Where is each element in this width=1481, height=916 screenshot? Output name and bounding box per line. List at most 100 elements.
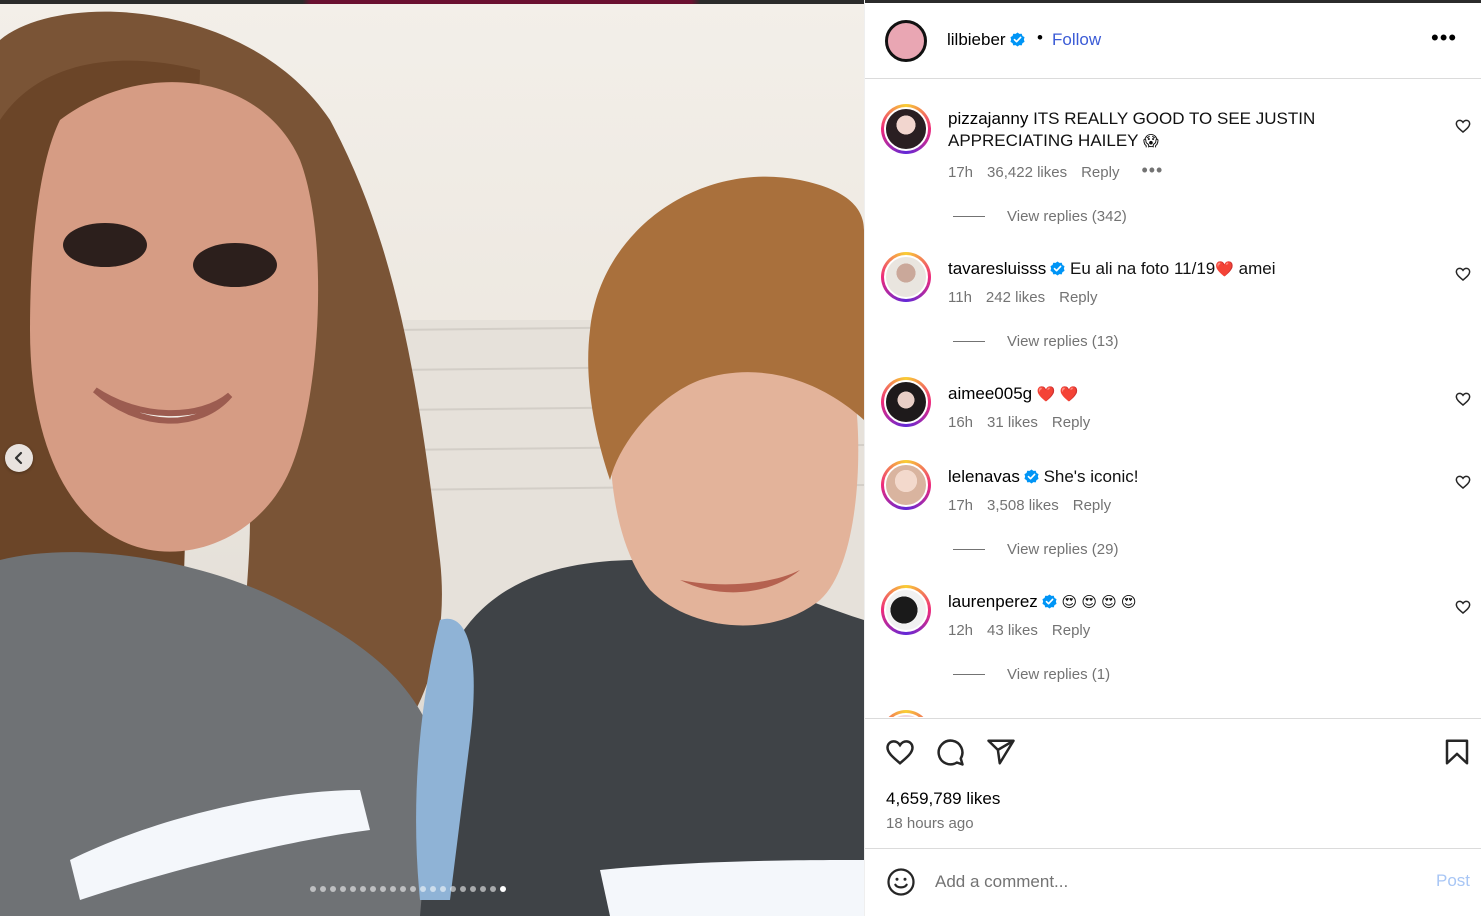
heart-icon[interactable]: [885, 737, 915, 767]
view-replies-button[interactable]: View replies (342): [953, 208, 1127, 225]
replies-line: [953, 674, 985, 675]
comment-meta: 11h 242 likes Reply: [948, 289, 1097, 306]
view-replies-label: View replies (13): [1007, 333, 1119, 350]
carousel-dot: [420, 886, 426, 892]
verified-badge-icon: [1050, 261, 1065, 276]
carousel-dot: [460, 886, 466, 892]
commenter-username[interactable]: tavaresluisss: [948, 259, 1046, 278]
post-details-panel: lilbieber • Follow ••• pizzajanny ITS RE…: [864, 0, 1481, 916]
comment-meta: 17h 36,422 likes Reply •••: [948, 160, 1163, 181]
carousel-dot: [310, 886, 316, 892]
follow-button[interactable]: Follow: [1052, 30, 1101, 50]
commenter-avatar[interactable]: [881, 104, 931, 154]
heart-icon[interactable]: [1455, 266, 1471, 282]
carousel-dot: [400, 886, 406, 892]
replies-line: [953, 216, 985, 217]
comment-time[interactable]: 17h: [948, 497, 973, 514]
comment-meta: 17h 3,508 likes Reply: [948, 497, 1111, 514]
comment-meta: 16h 31 likes Reply: [948, 414, 1090, 431]
heart-icon[interactable]: [1455, 599, 1471, 615]
share-icon[interactable]: [986, 737, 1016, 767]
comment-reply-button[interactable]: Reply: [1081, 164, 1119, 181]
more-icon[interactable]: •••: [1431, 25, 1457, 51]
carousel-dot: [330, 886, 336, 892]
chevron-left-icon: [14, 451, 23, 465]
comment-emoji: 😱: [1142, 133, 1159, 150]
commenter-avatar[interactable]: [881, 460, 931, 510]
commenter-username[interactable]: pizzajanny: [948, 109, 1028, 128]
comment-icon[interactable]: [935, 737, 965, 767]
comment-emoji: 😍 😍 😍 😍: [1061, 594, 1137, 611]
comment-meta: 12h 43 likes Reply: [948, 622, 1090, 639]
post-actions: 4,659,789 likes 18 hours ago: [865, 718, 1481, 848]
comment-text: tavaresluisss Eu ali na foto 11/19❤️ ame…: [948, 258, 1428, 281]
add-comment-bar: Post: [865, 848, 1481, 916]
comment-text: pizzajanny ITS REALLY GOOD TO SEE JUSTIN…: [948, 108, 1428, 153]
carousel-dot: [500, 886, 506, 892]
carousel-dot: [380, 886, 386, 892]
comment-time[interactable]: 12h: [948, 622, 973, 639]
comment-emoji: ❤️: [1215, 261, 1234, 278]
post-photo: [0, 11, 864, 916]
verified-badge-icon: [1024, 469, 1039, 484]
author-avatar[interactable]: [885, 20, 927, 62]
verified-badge-icon: [1010, 32, 1025, 47]
author-username[interactable]: lilbieber: [947, 30, 1025, 50]
bookmark-icon[interactable]: [1442, 737, 1472, 767]
heart-icon[interactable]: [1455, 391, 1471, 407]
post-media[interactable]: [0, 0, 864, 916]
commenter-avatar[interactable]: [881, 710, 931, 717]
carousel-dot: [370, 886, 376, 892]
carousel-dot: [440, 886, 446, 892]
emoji-icon[interactable]: [886, 867, 916, 897]
view-replies-button[interactable]: View replies (13): [953, 333, 1118, 350]
header-separator: •: [1037, 28, 1043, 47]
view-replies-label: View replies (29): [1007, 541, 1119, 558]
carousel-dot: [470, 886, 476, 892]
view-replies-button[interactable]: View replies (1): [953, 666, 1110, 683]
heart-icon[interactable]: [1455, 474, 1471, 490]
comment-reply-button[interactable]: Reply: [1052, 622, 1090, 639]
post-time[interactable]: 18 hours ago: [886, 815, 974, 832]
comments-list[interactable]: pizzajanny ITS REALLY GOOD TO SEE JUSTIN…: [865, 80, 1481, 717]
view-replies-label: View replies (342): [1007, 208, 1127, 225]
comment-text: laurenperez 😍 😍 😍 😍: [948, 591, 1428, 614]
carousel-dots: [310, 886, 506, 892]
comment-body: Eu ali na foto 11/19: [1070, 259, 1216, 278]
comment-likes[interactable]: 43 likes: [987, 622, 1038, 639]
comment-likes[interactable]: 36,422 likes: [987, 164, 1067, 181]
commenter-avatar[interactable]: [881, 252, 931, 302]
comment-options-icon[interactable]: •••: [1141, 160, 1163, 181]
carousel-dot: [490, 886, 496, 892]
comment-reply-button[interactable]: Reply: [1052, 414, 1090, 431]
replies-line: [953, 549, 985, 550]
comment-time[interactable]: 11h: [948, 289, 972, 306]
author-username-text: lilbieber: [947, 30, 1006, 49]
comment-time[interactable]: 17h: [948, 164, 973, 181]
view-replies-button[interactable]: View replies (29): [953, 541, 1118, 558]
carousel-dot: [360, 886, 366, 892]
comment-reply-button[interactable]: Reply: [1059, 289, 1097, 306]
carousel-dot: [320, 886, 326, 892]
post-comment-button[interactable]: Post: [1436, 871, 1470, 891]
carousel-dot: [340, 886, 346, 892]
carousel-dot: [450, 886, 456, 892]
comment-likes[interactable]: 242 likes: [986, 289, 1045, 306]
commenter-avatar[interactable]: [881, 377, 931, 427]
carousel-dot: [390, 886, 396, 892]
carousel-dot: [480, 886, 486, 892]
comment-text: lelenavas She's iconic!: [948, 466, 1428, 488]
post-likes-count[interactable]: 4,659,789 likes: [886, 789, 1000, 809]
carousel-prev-button[interactable]: [5, 444, 33, 472]
comment-input[interactable]: [935, 867, 1405, 897]
comment-time[interactable]: 16h: [948, 414, 973, 431]
comment-likes[interactable]: 31 likes: [987, 414, 1038, 431]
commenter-username[interactable]: lelenavas: [948, 467, 1020, 486]
post-header: lilbieber • Follow •••: [865, 3, 1481, 79]
comment-reply-button[interactable]: Reply: [1073, 497, 1111, 514]
commenter-username[interactable]: laurenperez: [948, 592, 1038, 611]
heart-icon[interactable]: [1455, 118, 1471, 134]
comment-likes[interactable]: 3,508 likes: [987, 497, 1059, 514]
commenter-username[interactable]: aimee005g: [948, 384, 1032, 403]
commenter-avatar[interactable]: [881, 585, 931, 635]
